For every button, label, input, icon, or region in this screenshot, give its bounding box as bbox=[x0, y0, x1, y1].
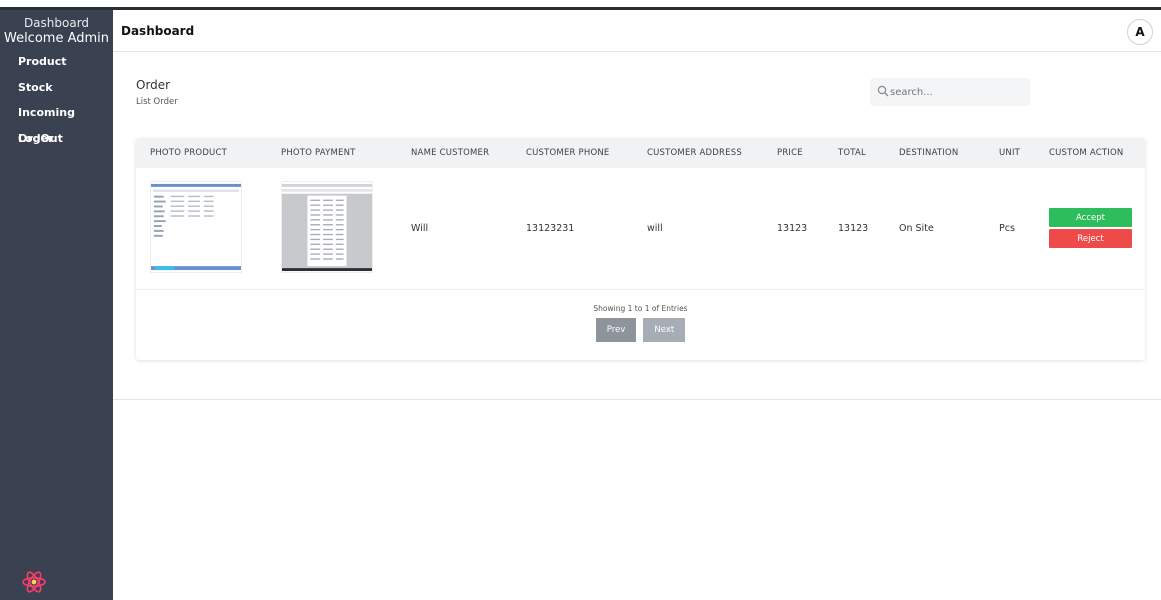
photo-product-cell bbox=[136, 168, 267, 289]
column-header: DESTINATION bbox=[899, 148, 959, 158]
table-header-row: PHOTO PRODUCT PHOTO PAYMENT NAME CUSTOME… bbox=[136, 138, 1145, 168]
header-title: Dashboard bbox=[121, 24, 195, 38]
unit-cell: Pcs bbox=[999, 222, 1015, 234]
destination-cell: On Site bbox=[899, 222, 934, 234]
column-header: PRICE bbox=[777, 148, 803, 158]
next-button[interactable]: Next bbox=[643, 317, 686, 342]
column-header: CUSTOMER PHONE bbox=[526, 148, 610, 158]
orders-card: PHOTO PRODUCT PHOTO PAYMENT NAME CUSTOME… bbox=[136, 138, 1145, 360]
sidebar-nav: Product Stock Incoming Order LogOut bbox=[0, 49, 113, 151]
accept-button[interactable]: Accept bbox=[1049, 208, 1132, 228]
customer-phone-cell: 13123231 bbox=[526, 222, 575, 234]
product-photo-image[interactable] bbox=[150, 180, 242, 273]
reject-button[interactable]: Reject bbox=[1049, 229, 1132, 249]
avatar[interactable]: A bbox=[1127, 19, 1153, 45]
photo-payment-cell bbox=[267, 168, 397, 289]
table-row: Will 13123231 will 13123 13123 On Site P… bbox=[136, 168, 1145, 289]
total-cell: 13123 bbox=[838, 222, 869, 234]
sidebar: Dashboard Welcome Admin Product Stock In… bbox=[0, 10, 113, 600]
prev-button[interactable]: Prev bbox=[595, 317, 637, 342]
search-icon bbox=[877, 85, 889, 97]
column-header: NAME CUSTOMER bbox=[411, 148, 490, 158]
main-content: Order List Order PHOTO PRODUCT PHOTO PAY… bbox=[113, 53, 1161, 400]
column-header: TOTAL bbox=[838, 148, 866, 158]
column-header: PHOTO PAYMENT bbox=[281, 148, 356, 158]
orders-table: PHOTO PRODUCT PHOTO PAYMENT NAME CUSTOME… bbox=[136, 138, 1145, 290]
top-header: Dashboard A bbox=[113, 10, 1161, 52]
showing-entries-text: Showing 1 to 1 of Entries bbox=[593, 303, 688, 313]
sidebar-item-logout[interactable]: LogOut bbox=[0, 126, 113, 152]
name-customer-cell: Will bbox=[411, 222, 429, 234]
payment-photo-image[interactable] bbox=[281, 180, 373, 273]
custom-action-cell: Accept Reject bbox=[1035, 168, 1145, 289]
page-subtitle: List Order bbox=[136, 97, 178, 107]
column-header: CUSTOMER ADDRESS bbox=[647, 148, 742, 158]
sidebar-item-product[interactable]: Product bbox=[0, 49, 113, 75]
price-cell: 13123 bbox=[777, 222, 808, 234]
sidebar-title: Dashboard bbox=[23, 16, 90, 30]
search-input[interactable] bbox=[870, 78, 1030, 106]
column-header: PHOTO PRODUCT bbox=[150, 148, 228, 158]
table-footer: Showing 1 to 1 of Entries Prev Next bbox=[136, 290, 1145, 342]
page-title: Order bbox=[136, 78, 171, 92]
column-header: CUSTOM ACTION bbox=[1049, 148, 1124, 158]
sidebar-welcome: Welcome Admin bbox=[3, 31, 110, 46]
sidebar-item-incoming-order[interactable]: Incoming Order bbox=[0, 100, 113, 145]
sidebar-header: Dashboard Welcome Admin bbox=[0, 10, 113, 47]
column-header: UNIT bbox=[999, 148, 1021, 158]
react-logo-icon bbox=[22, 571, 46, 593]
customer-address-cell: will bbox=[647, 222, 663, 234]
sidebar-item-stock[interactable]: Stock bbox=[0, 75, 113, 101]
